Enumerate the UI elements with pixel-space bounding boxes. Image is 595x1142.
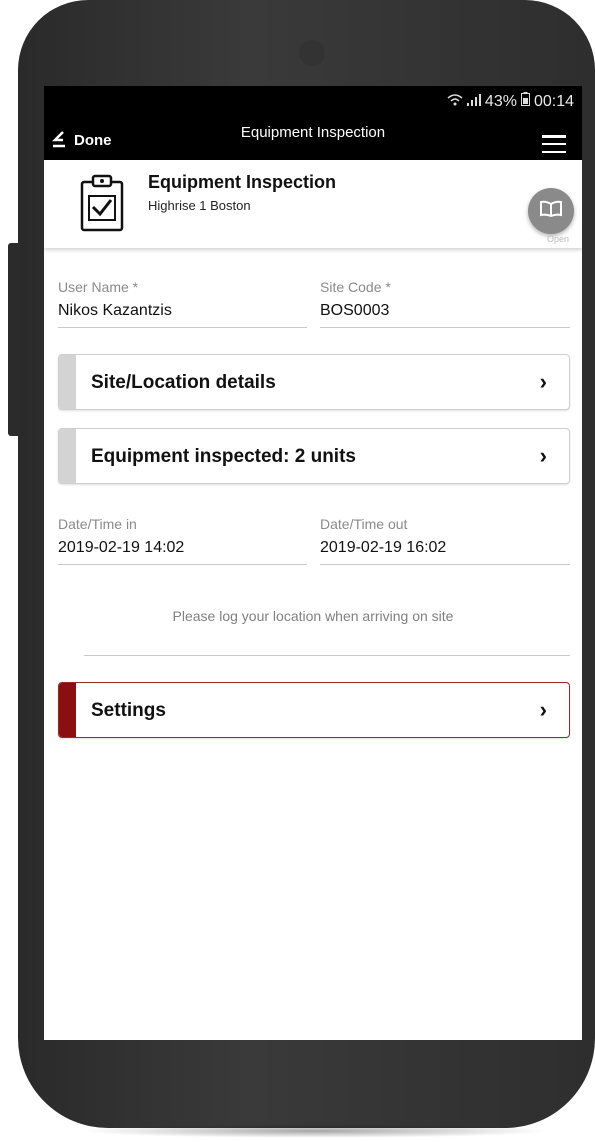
row-accent-bar [59, 429, 76, 483]
battery-percent: 43% [484, 92, 517, 110]
site-code-label: Site Code * [320, 279, 391, 295]
chevron-right-icon: › [539, 697, 547, 722]
location-hint: Please log your location when arriving o… [172, 608, 454, 624]
site-code-underline [320, 327, 570, 328]
wifi-icon [447, 93, 463, 111]
user-name-label: User Name * [58, 279, 139, 295]
equipment-row[interactable]: Equipment inspected: 2 units › [58, 428, 570, 484]
open-book-icon [540, 200, 562, 223]
status-bar: 43% 00:14 [447, 92, 574, 111]
open-button[interactable] [528, 188, 574, 234]
clipboard-check-icon [78, 172, 126, 234]
form-header: Equipment Inspection Highrise 1 Boston [44, 160, 582, 248]
hamburger-menu-icon[interactable] [542, 135, 566, 153]
user-name-field[interactable]: Nikos Kazantzis [58, 302, 172, 320]
settings-row[interactable]: Settings › [58, 682, 570, 738]
open-label: Open [547, 234, 570, 244]
settings-label: Settings [91, 700, 166, 721]
date-in-label: Date/Time in [58, 516, 137, 532]
settings-accent-bar [59, 683, 76, 737]
date-in-field[interactable]: 2019-02-19 14:02 [58, 539, 184, 557]
phone-side-button [8, 243, 20, 436]
battery-icon [520, 92, 530, 111]
date-out-underline [320, 564, 570, 565]
site-location-label: Site/Location details [91, 372, 276, 393]
date-out-label: Date/Time out [320, 516, 408, 532]
chevron-right-icon: › [539, 369, 547, 394]
clock: 00:14 [533, 92, 574, 110]
user-name-underline [58, 327, 307, 328]
screen-title: Equipment Inspection [240, 124, 386, 141]
form-subtitle: Highrise 1 Boston [148, 198, 251, 213]
site-location-row[interactable]: Site/Location details › [58, 354, 570, 410]
date-in-underline [58, 564, 307, 565]
date-out-field[interactable]: 2019-02-19 16:02 [320, 539, 446, 557]
form-title: Equipment Inspection [148, 172, 337, 192]
front-camera [299, 40, 325, 66]
site-code-field[interactable]: BOS0003 [320, 302, 389, 320]
signal-icon [466, 94, 481, 109]
location-underline [84, 655, 570, 656]
top-bar: 43% 00:14 Done Equipment Inspection [44, 86, 582, 160]
app-screen: 43% 00:14 Done Equipment Inspection Equi… [44, 86, 582, 1040]
row-accent-bar [59, 355, 76, 409]
phone-shadow [80, 1124, 550, 1138]
equipment-label: Equipment inspected: 2 units [91, 446, 356, 467]
chevron-right-icon: › [539, 443, 547, 468]
